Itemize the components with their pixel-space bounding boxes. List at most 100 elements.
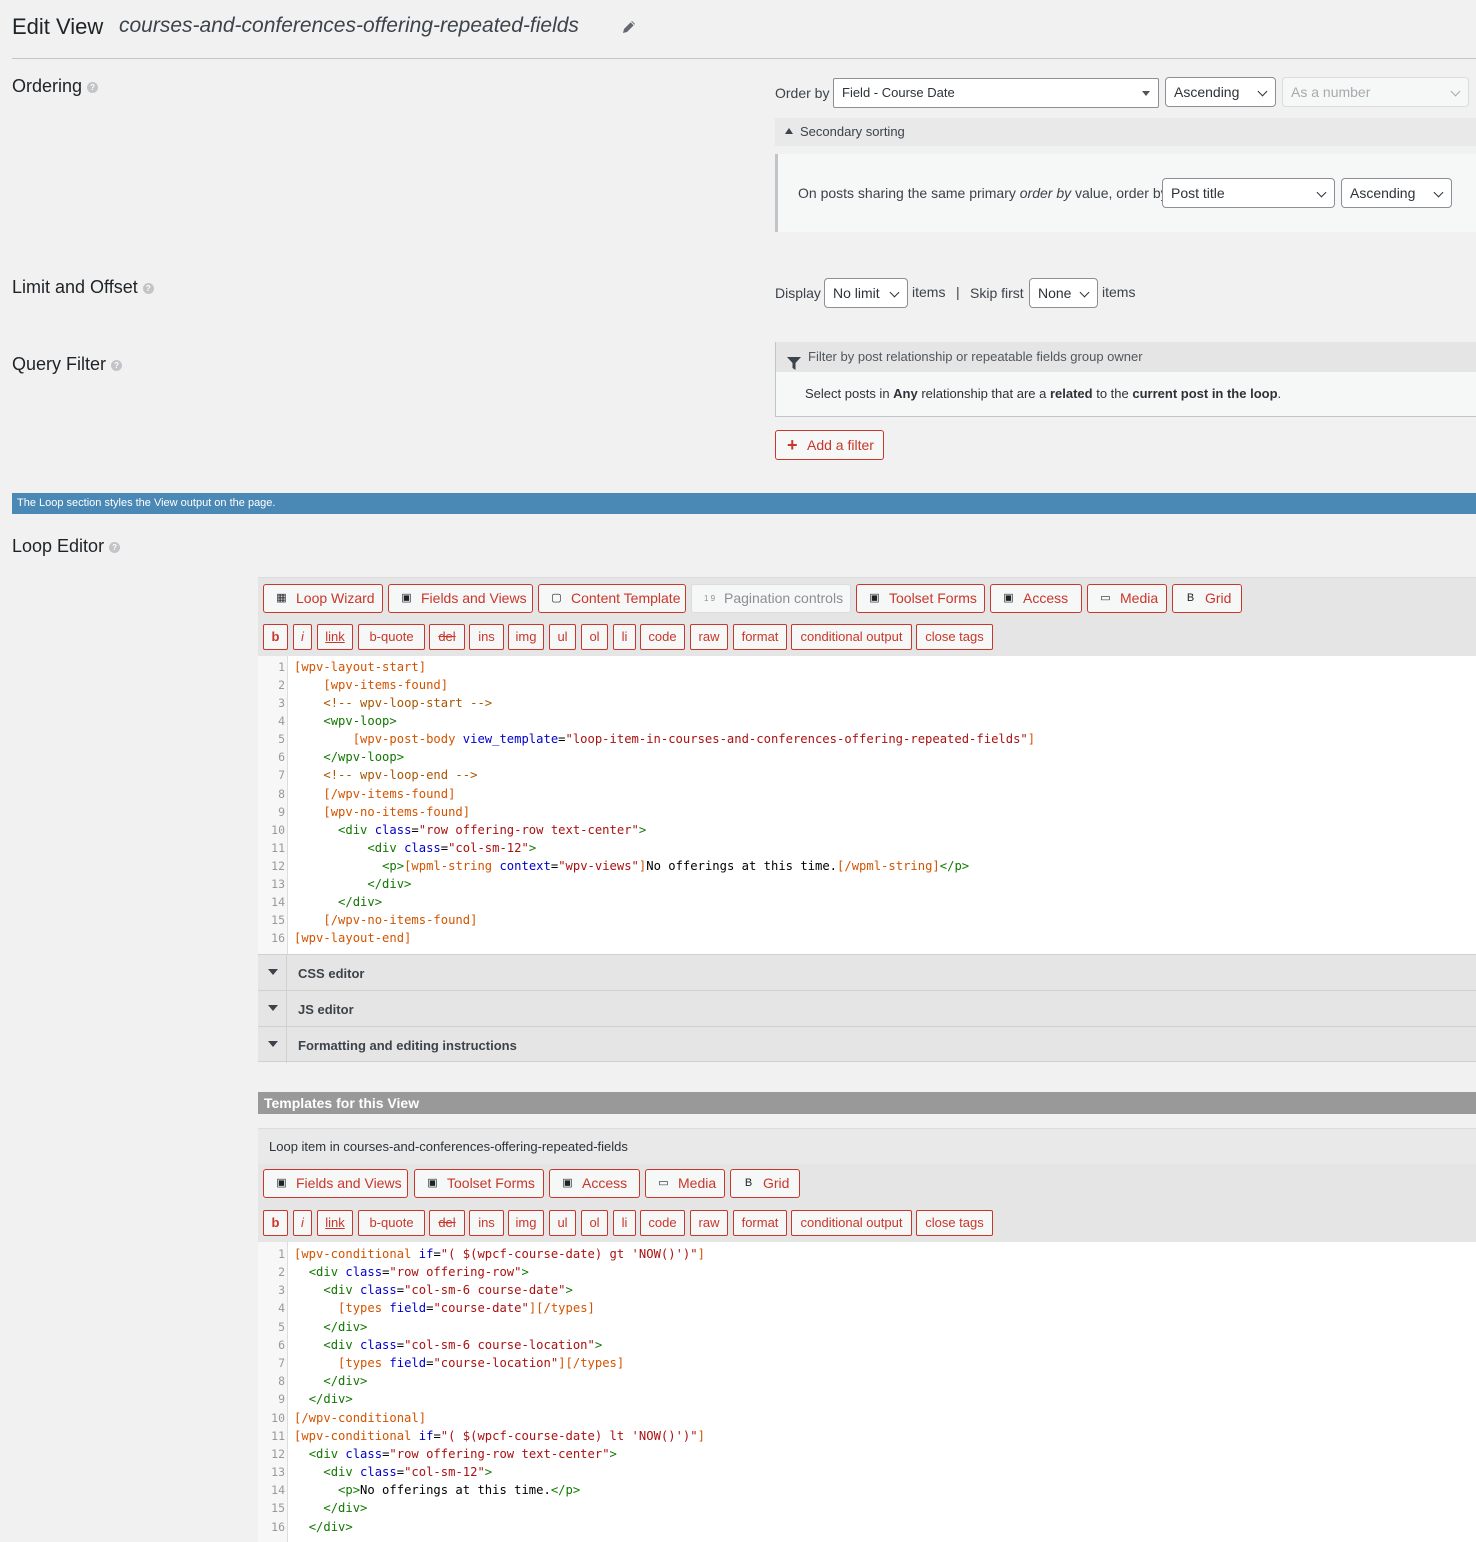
code-line: <div class="row offering-row text-center…	[308, 1447, 617, 1461]
qt-link[interactable]: link	[317, 1210, 353, 1236]
quicktags-row: b i link b-quote del ins img ul ol li co…	[258, 1210, 1476, 1238]
filter-title-bar[interactable]: Filter by post relationship or repeatabl…	[776, 342, 1476, 372]
content-template-button[interactable]: ▢ Content Template	[538, 584, 686, 613]
media-icon: ▭	[1100, 592, 1111, 604]
qt-ol[interactable]: ol	[581, 1210, 608, 1236]
ordering-heading: Ordering?	[12, 76, 99, 97]
header-divider	[12, 58, 1476, 59]
clipboard-icon: ▣	[427, 1177, 438, 1189]
css-editor-toggle[interactable]: CSS editor	[258, 954, 1476, 991]
toolset-forms-button[interactable]: ▣ Toolset Forms	[414, 1169, 544, 1198]
qt-link[interactable]: link	[317, 624, 353, 650]
qt-b-quote[interactable]: b-quote	[358, 624, 425, 650]
items-label: items	[1102, 284, 1136, 300]
code-line: [wpv-conditional if="( $(wpcf-course-dat…	[294, 1429, 705, 1443]
code-line: </div>	[338, 895, 383, 909]
grid-icon: B	[1186, 592, 1195, 604]
formatting-instructions-toggle[interactable]: Formatting and editing instructions	[258, 1026, 1476, 1063]
qt-ins[interactable]: ins	[469, 1210, 504, 1236]
loop-editor-heading: Loop Editor?	[12, 536, 121, 557]
separator: |	[956, 284, 960, 300]
js-editor-toggle[interactable]: JS editor	[258, 990, 1476, 1027]
template-code-editor[interactable]: 1 2 3 4 5 6 7 8 9 10 11 12 13 14 15 16 […	[258, 1242, 1476, 1542]
lock-icon: ▣	[1003, 592, 1014, 604]
qt-b-quote[interactable]: b-quote	[358, 1210, 425, 1236]
help-icon[interactable]: ?	[109, 541, 121, 553]
media-button[interactable]: ▭ Media	[1087, 584, 1167, 613]
help-icon[interactable]: ?	[142, 282, 154, 294]
loop-info-bar: The Loop section styles the View output …	[12, 493, 1476, 514]
template-editor-toolbar: ▣ Fields and Views ▣ Toolset Forms ▣ Access…	[258, 1164, 1476, 1242]
help-icon[interactable]: ?	[87, 81, 99, 93]
quicktags-row: b i link b-quote del ins img ul ol li co…	[258, 624, 1476, 652]
qt-conditional-output[interactable]: conditional output	[791, 624, 912, 650]
add-filter-button[interactable]: + Add a filter	[775, 430, 884, 460]
qt-close-tags[interactable]: close tags	[916, 624, 993, 650]
page-title: Edit View	[12, 14, 104, 39]
qt-li[interactable]: li	[613, 1210, 636, 1236]
pencil-icon[interactable]	[620, 18, 638, 36]
access-button[interactable]: ▣ Access	[990, 584, 1082, 613]
code-line: [wpv-items-found]	[323, 678, 449, 692]
qt-raw[interactable]: raw	[690, 624, 728, 650]
fields-and-views-button[interactable]: ▣ Fields and Views	[263, 1169, 408, 1198]
order-direction-select[interactable]: Ascending	[1165, 77, 1276, 107]
grid-button[interactable]: B Grid	[730, 1169, 800, 1198]
qt-del[interactable]: del	[429, 1210, 465, 1236]
qt-code[interactable]: code	[640, 1210, 685, 1236]
qt-i[interactable]: i	[293, 1210, 312, 1236]
loop-wizard-button[interactable]: ▦ Loop Wizard	[263, 584, 383, 613]
qt-raw[interactable]: raw	[690, 1210, 728, 1236]
limit-heading: Limit and Offset?	[12, 277, 154, 298]
code-line: </div>	[323, 1501, 368, 1515]
loop-code-editor[interactable]: 1 2 3 4 5 6 7 8 9 10 11 12 13 14 15 16 […	[258, 656, 1476, 954]
clipboard-icon: ▣	[276, 1177, 287, 1189]
qt-ul[interactable]: ul	[549, 1210, 576, 1236]
caret-down-icon	[268, 1041, 278, 1047]
secondary-direction-select[interactable]: Ascending	[1341, 178, 1452, 208]
qt-ul[interactable]: ul	[549, 624, 576, 650]
qt-b[interactable]: b	[263, 624, 288, 650]
toolset-forms-button[interactable]: ▣ Toolset Forms	[856, 584, 985, 613]
secondary-sorting-text: On posts sharing the same primary order …	[798, 185, 1168, 201]
secondary-sorting-toggle[interactable]: Secondary sorting	[775, 118, 1476, 146]
pagination-controls-button[interactable]: 1 9 Pagination controls	[691, 584, 851, 613]
access-button[interactable]: ▣ Access	[549, 1169, 640, 1198]
qt-img[interactable]: img	[508, 624, 544, 650]
qt-ins[interactable]: ins	[469, 624, 504, 650]
code-line: [wpv-layout-start]	[294, 660, 427, 674]
grid-button[interactable]: B Grid	[1172, 584, 1242, 613]
qt-b[interactable]: b	[263, 1210, 288, 1236]
fields-and-views-button[interactable]: ▣ Fields and Views	[388, 584, 533, 613]
query-filter-heading: Query Filter?	[12, 354, 123, 375]
code-line: <div class="row offering-row">	[308, 1265, 529, 1279]
code-line: [types field="course-location"][/types]	[338, 1356, 625, 1370]
view-name[interactable]: courses-and-conferences-offering-repeate…	[119, 14, 579, 38]
secondary-field-select[interactable]: Post title	[1162, 178, 1335, 208]
code-line: <p>[wpml-string context="wpv-views"]No o…	[382, 859, 970, 873]
code-line: [wpv-no-items-found]	[323, 805, 471, 819]
qt-format[interactable]: format	[733, 1210, 787, 1236]
qt-close-tags[interactable]: close tags	[916, 1210, 993, 1236]
code-line: <div class="col-sm-6 course-date">	[323, 1283, 573, 1297]
code-line: <wpv-loop>	[323, 714, 397, 728]
qt-img[interactable]: img	[508, 1210, 544, 1236]
qt-format[interactable]: format	[733, 624, 787, 650]
qt-ol[interactable]: ol	[581, 624, 608, 650]
media-button[interactable]: ▭ Media	[645, 1169, 725, 1198]
qt-li[interactable]: li	[613, 624, 636, 650]
order-as-select[interactable]: As a number	[1282, 77, 1469, 107]
qt-i[interactable]: i	[293, 624, 312, 650]
help-icon[interactable]: ?	[111, 359, 123, 371]
display-limit-select[interactable]: No limit	[824, 278, 908, 308]
code-line: <!-- wpv-loop-start -->	[323, 696, 493, 710]
skip-first-label: Skip first	[970, 285, 1024, 301]
qt-code[interactable]: code	[640, 624, 685, 650]
items-label: items	[912, 284, 946, 300]
qt-del[interactable]: del	[429, 624, 465, 650]
qt-conditional-output[interactable]: conditional output	[791, 1210, 912, 1236]
order-by-select[interactable]: Field - Course Date	[833, 78, 1159, 108]
code-line: <div class="row offering-row text-center…	[338, 823, 647, 837]
code-line: </div>	[308, 1392, 353, 1406]
skip-first-select[interactable]: None	[1029, 278, 1098, 308]
